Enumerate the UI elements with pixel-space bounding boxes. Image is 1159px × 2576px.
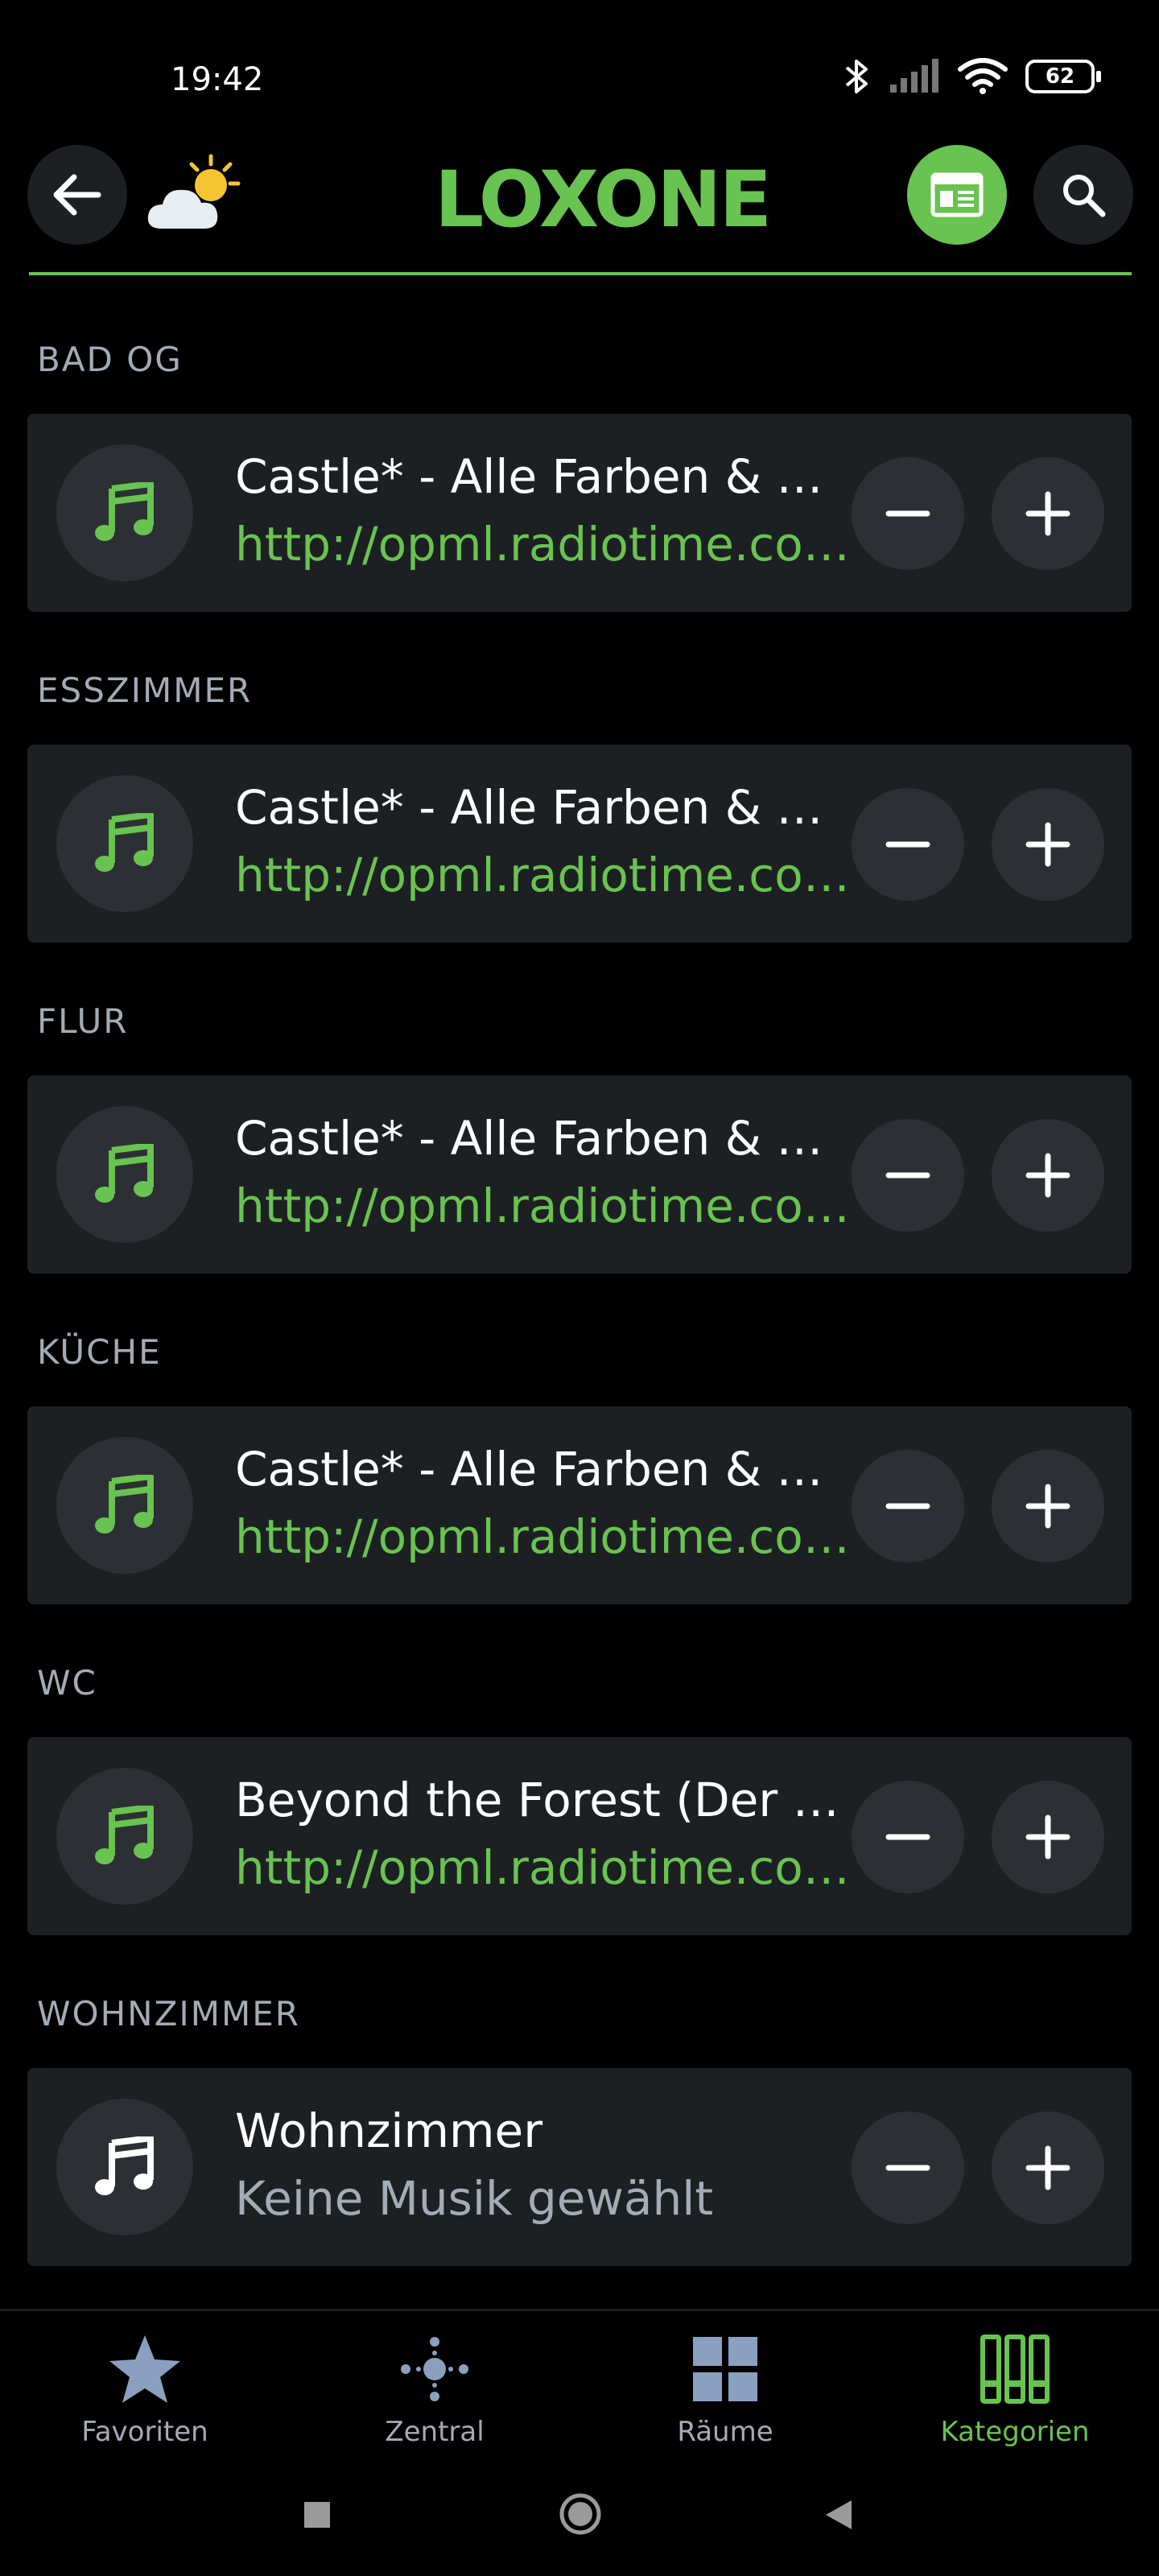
battery-level: 62 (1045, 64, 1075, 89)
volume-down-button[interactable] (852, 1119, 964, 1232)
audio-player-card[interactable]: Castle* - Alle Farben & Graham Candy htt… (27, 1406, 1132, 1604)
news-feed-button[interactable] (907, 145, 1007, 245)
search-icon (1063, 175, 1106, 217)
track-source: Keine Musik gewählt (235, 2171, 714, 2226)
player-icon-circle (56, 1437, 193, 1574)
volume-down-button[interactable] (852, 1781, 964, 1893)
track-title: Castle* - Alle Farben & Graham Candy (235, 1442, 847, 1496)
minus-icon (885, 510, 930, 517)
music-note-icon (95, 2136, 154, 2195)
room-label: KÜCHE (37, 1332, 162, 1372)
nav-label: Kategorien (940, 2416, 1090, 2448)
header-divider (29, 272, 1132, 275)
player-icon-circle (56, 1106, 193, 1243)
player-icon-circle (56, 444, 193, 581)
nav-favoriten[interactable]: Favoriten (24, 2334, 266, 2448)
nav-raeume[interactable]: Räume (604, 2334, 846, 2448)
status-time: 19:42 (171, 61, 264, 98)
volume-up-button[interactable] (992, 457, 1104, 570)
bluetooth-icon (845, 60, 868, 93)
track-title: Wohnzimmer (235, 2103, 543, 2158)
music-note-icon (95, 813, 154, 872)
plus-icon (1025, 1153, 1070, 1198)
minus-icon (885, 1503, 930, 1509)
track-source: http://opml.radiotime.com/Tune.ashx (235, 1840, 859, 1895)
status-bar: 19:42 62 (0, 0, 1159, 145)
music-note-icon (95, 1806, 154, 1864)
bottom-navigation: Favoriten Zentral Räume Kategorien (0, 2309, 1159, 2455)
volume-down-button[interactable] (852, 2112, 964, 2224)
recent-apps-icon[interactable] (303, 2500, 332, 2529)
nav-zentral[interactable]: Zentral (314, 2334, 555, 2448)
plus-icon (1025, 1814, 1070, 1860)
search-button[interactable] (1033, 145, 1133, 245)
room-label: ESSZIMMER (37, 671, 253, 710)
back-triangle-icon[interactable] (823, 2499, 855, 2531)
star-icon (109, 2335, 180, 2403)
track-title: Beyond the Forest (Der Wald) (235, 1773, 847, 1827)
player-icon-circle (56, 775, 193, 912)
minus-icon (885, 2165, 930, 2171)
track-source: http://opml.radiotime.com/Tune.ashx (235, 848, 859, 902)
categories-icon (980, 2334, 1050, 2404)
minus-icon (885, 841, 930, 848)
home-icon[interactable] (559, 2492, 602, 2536)
nav-label: Zentral (385, 2416, 485, 2448)
minus-icon (885, 1834, 930, 1840)
system-navigation (0, 2455, 1159, 2576)
volume-up-button[interactable] (992, 1781, 1104, 1893)
nav-label: Favoriten (81, 2416, 208, 2448)
nav-kategorien[interactable]: Kategorien (894, 2334, 1136, 2448)
volume-down-button[interactable] (852, 1450, 964, 1563)
volume-up-button[interactable] (992, 2112, 1104, 2224)
track-source: http://opml.radiotime.com/Tune.ashx (235, 1509, 859, 1564)
plus-icon (1025, 822, 1070, 867)
room-label: WC (37, 1663, 97, 1703)
volume-up-button[interactable] (992, 1119, 1104, 1232)
app-header: LOXONE (0, 143, 1159, 279)
volume-down-button[interactable] (852, 788, 964, 901)
back-button[interactable] (27, 145, 127, 245)
audio-player-card[interactable]: Castle* - Alle Farben & Graham Candy htt… (27, 414, 1132, 612)
player-icon-circle (56, 2099, 193, 2235)
track-source: http://opml.radiotime.com/Tune.ashx (235, 517, 859, 572)
player-icon-circle (56, 1768, 193, 1905)
weather-partly-cloudy-icon (147, 154, 241, 229)
plus-icon (1025, 2145, 1070, 2190)
room-label: FLUR (37, 1001, 129, 1041)
news-feed-icon (930, 172, 984, 217)
battery-indicator: 62 (1025, 60, 1101, 93)
track-title: Castle* - Alle Farben & Graham Candy (235, 1111, 847, 1166)
central-icon (401, 2337, 468, 2401)
volume-down-button[interactable] (852, 457, 964, 570)
minus-icon (885, 1172, 930, 1179)
loxone-logo: LOXONE (435, 155, 772, 245)
rooms-grid-icon (693, 2337, 757, 2401)
signal-icon (890, 59, 938, 93)
nav-label: Räume (677, 2416, 773, 2448)
plus-icon (1025, 1484, 1070, 1529)
plus-icon (1025, 491, 1070, 536)
status-icons: 62 (843, 56, 1101, 97)
wifi-icon (958, 58, 1008, 94)
track-title: Castle* - Alle Farben & Graham Candy (235, 780, 847, 835)
room-label: WOHNZIMMER (37, 1994, 300, 2033)
room-label: BAD OG (37, 340, 183, 379)
volume-up-button[interactable] (992, 788, 1104, 901)
audio-player-card[interactable]: Beyond the Forest (Der Wald) http://opml… (27, 1737, 1132, 1935)
music-note-icon (95, 1475, 154, 1534)
audio-player-card[interactable]: Castle* - Alle Farben & Graham Candy htt… (27, 745, 1132, 943)
track-title: Castle* - Alle Farben & Graham Candy (235, 449, 847, 504)
audio-player-card[interactable]: Wohnzimmer Keine Musik gewählt (27, 2068, 1132, 2266)
arrow-left-icon (53, 174, 101, 216)
music-note-icon (95, 482, 154, 541)
music-note-icon (95, 1144, 154, 1203)
track-source: http://opml.radiotime.com/Tune.ashx (235, 1179, 859, 1233)
volume-up-button[interactable] (992, 1450, 1104, 1563)
audio-player-card[interactable]: Castle* - Alle Farben & Graham Candy htt… (27, 1075, 1132, 1274)
